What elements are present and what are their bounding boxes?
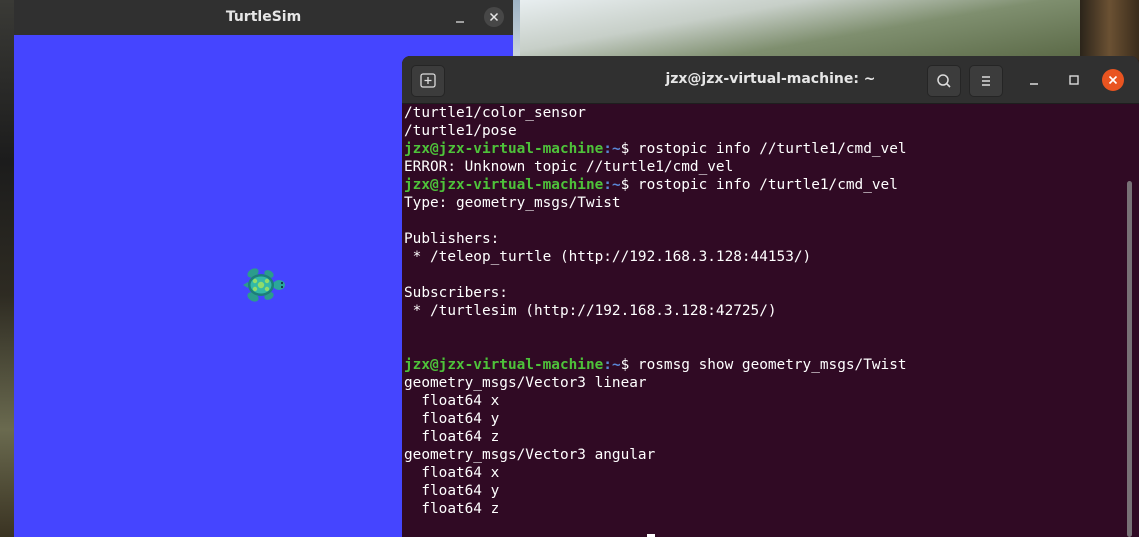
- terminal-close-button[interactable]: [1102, 69, 1124, 91]
- terminal-output-line: Subscribers:: [404, 285, 508, 301]
- terminal-minimize-button[interactable]: [1024, 70, 1044, 90]
- terminal-output-line: ERROR: Unknown topic //turtle1/cmd_vel: [404, 159, 734, 175]
- search-icon: [937, 74, 951, 88]
- prompt-user: jzx@jzx-virtual-machine: [404, 357, 604, 373]
- minimize-icon: [456, 21, 464, 23]
- terminal-window: jzx@jzx-virtual-machine: ~ /turtle1/colo…: [402, 56, 1139, 537]
- turtle-icon: [243, 268, 285, 302]
- terminal-output-line: geometry_msgs/Vector3 angular: [404, 447, 656, 463]
- minimize-icon: [1030, 83, 1038, 85]
- wallpaper-left-edge: [0, 0, 14, 537]
- wallpaper-mountain: [520, 0, 1139, 60]
- turtlesim-close-button[interactable]: [484, 7, 504, 27]
- terminal-output-line: float64 z: [404, 429, 500, 445]
- terminal-output-line: float64 y: [404, 483, 500, 499]
- maximize-icon: [1069, 75, 1079, 85]
- turtlesim-title: TurtleSim: [225, 9, 302, 25]
- terminal-output-line: /turtle1/pose: [404, 123, 517, 139]
- terminal-output-line: float64 x: [404, 465, 500, 481]
- terminal-output-line: float64 z: [404, 501, 500, 517]
- terminal-output-line: * /teleop_turtle (http://192.168.3.128:4…: [404, 249, 812, 265]
- terminal-prompt-line: jzx@jzx-virtual-machine:~$ rostopic info…: [404, 176, 1124, 194]
- terminal-output-line: float64 y: [404, 411, 500, 427]
- terminal-maximize-button[interactable]: [1064, 70, 1084, 90]
- terminal-prompt-line: jzx@jzx-virtual-machine:~$ rosmsg show g…: [404, 356, 1124, 374]
- hamburger-menu-icon: [982, 76, 990, 86]
- terminal-output-line: /turtle1/color_sensor: [404, 105, 586, 121]
- terminal-output-line: geometry_msgs/Vector3 linear: [404, 375, 647, 391]
- close-icon: [1108, 75, 1118, 85]
- terminal-output-line: * /turtlesim (http://192.168.3.128:42725…: [404, 303, 777, 319]
- terminal-headerbar[interactable]: jzx@jzx-virtual-machine: ~: [402, 56, 1139, 104]
- turtlesim-titlebar[interactable]: TurtleSim: [14, 0, 513, 36]
- terminal-output-line: Publishers:: [404, 231, 500, 247]
- terminal-output[interactable]: /turtle1/color_sensor/turtle1/pose jzx@jz…: [404, 104, 1124, 537]
- prompt-command: $ rostopic info //turtle1/cmd_vel: [620, 141, 907, 157]
- prompt-path: :~: [603, 177, 621, 193]
- prompt-user: jzx@jzx-virtual-machine: [404, 141, 604, 157]
- terminal-scrollbar[interactable]: [1127, 181, 1132, 537]
- prompt-user: jzx@jzx-virtual-machine: [404, 177, 604, 193]
- prompt-path: :~: [603, 357, 621, 373]
- search-button[interactable]: [927, 65, 961, 97]
- prompt-command: $ rostopic info /turtle1/cmd_vel: [620, 177, 898, 193]
- prompt-path: :~: [603, 141, 621, 157]
- terminal-output-line: Type: geometry_msgs/Twist: [404, 195, 621, 211]
- prompt-command: $ rosmsg show geometry_msgs/Twist: [620, 357, 907, 373]
- hamburger-menu-button[interactable]: [969, 65, 1003, 97]
- terminal-prompt-line: jzx@jzx-virtual-machine:~$ rostopic info…: [404, 140, 1124, 158]
- turtlesim-minimize-button[interactable]: [450, 8, 470, 28]
- close-icon: [489, 12, 499, 22]
- terminal-output-line: float64 x: [404, 393, 500, 409]
